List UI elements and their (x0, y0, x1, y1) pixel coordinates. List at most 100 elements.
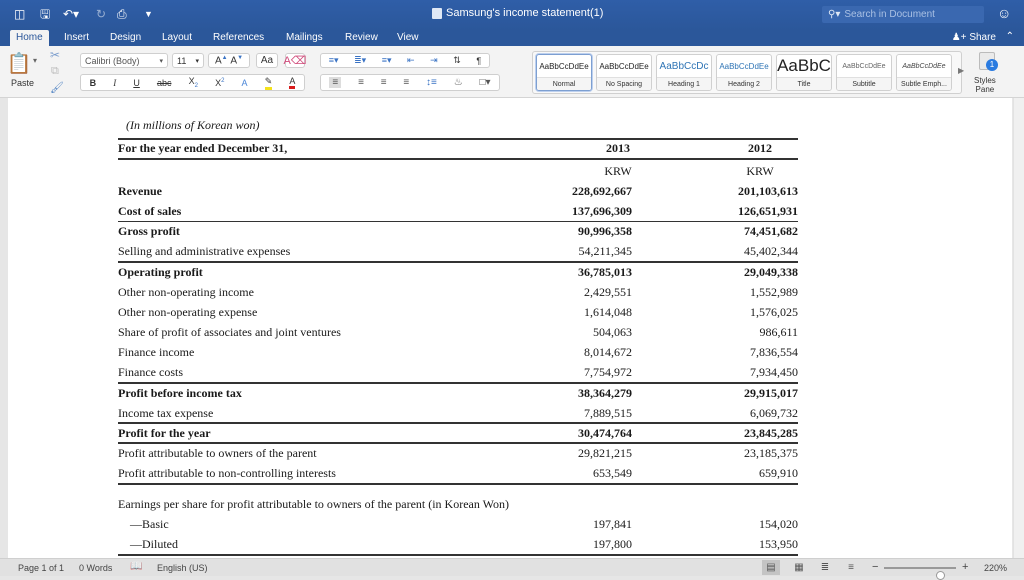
customize-toolbar-icon[interactable]: ▼ (144, 7, 153, 21)
bullets-icon[interactable]: ≡▾ (329, 55, 339, 66)
numbering-icon[interactable]: ≣▾ (354, 55, 366, 66)
tab-view[interactable]: View (391, 30, 425, 46)
share-button[interactable]: ♟+ Share (952, 32, 996, 43)
ribbon-home: 📋 ▾ Paste ✂ ⧉ 🖌 Calibri (Body) ▾ 11 ▾ A▲ A… (0, 46, 1024, 98)
style-title[interactable]: AaBbC Title (776, 54, 832, 91)
show-formatting-marks-icon[interactable]: ¶ (476, 56, 481, 66)
proofing-icon[interactable]: 📖 (130, 561, 142, 572)
table-row: Share of profit of associates and joint … (118, 322, 798, 342)
table-row: Gross profit 90,996,358 74,451,682 (118, 221, 798, 241)
zoom-slider[interactable] (884, 567, 956, 580)
underline-icon[interactable]: U (133, 78, 140, 88)
font-name-select[interactable]: Calibri (Body) ▾ (80, 53, 168, 68)
tab-insert[interactable]: Insert (58, 30, 95, 46)
borders-icon[interactable]: □▾ (479, 77, 490, 88)
value-2012: 1,576,025 (750, 304, 798, 319)
font-color-icon[interactable]: A (289, 76, 296, 89)
value-2013: 38,364,279 (578, 385, 632, 400)
sort-icon[interactable]: ⇅ (453, 55, 461, 66)
undo-icon[interactable]: ↶▾ (63, 7, 79, 21)
grow-font-icon[interactable]: A▲ (215, 55, 228, 66)
row-label: Finance costs (118, 365, 183, 380)
change-case-icon[interactable]: Aa (256, 53, 278, 68)
copy-icon[interactable]: ⧉ (51, 65, 59, 78)
search-input[interactable]: ⚲▾ Search in Document (822, 6, 984, 23)
value-2012: 29,049,338 (744, 264, 798, 279)
value-2013: 90,996,358 (578, 224, 632, 239)
highlight-icon[interactable]: ✎ (264, 76, 273, 90)
paste-icon[interactable]: 📋 (7, 50, 32, 76)
subscript-icon[interactable]: X2 (189, 76, 198, 89)
print-icon[interactable]: ⎙ (117, 7, 127, 21)
row-label: Operating profit (118, 264, 203, 279)
table-row: Revenue 228,692,667 201,103,613 (118, 181, 798, 201)
tab-layout[interactable]: Layout (156, 30, 198, 46)
zoom-out-icon[interactable]: − (872, 561, 878, 573)
page-count[interactable]: Page 1 of 1 (18, 563, 64, 573)
zoom-level[interactable]: 220% (984, 563, 1007, 573)
outline-view-icon[interactable]: ≣ (816, 560, 834, 575)
text-effects-icon[interactable]: A (242, 78, 248, 88)
font-size-grow-shrink[interactable]: A▲ A▼ (208, 53, 250, 68)
style-normal[interactable]: AaBbCcDdEe Normal (536, 54, 592, 91)
justify-icon[interactable]: ≡ (403, 77, 409, 88)
word-count[interactable]: 0 Words (79, 563, 112, 573)
tab-mailings[interactable]: Mailings (280, 30, 329, 46)
bold-icon[interactable]: B (90, 78, 97, 88)
value-2012: 45,402,344 (744, 244, 798, 259)
row-label: Profit attributable to owners of the par… (118, 445, 317, 460)
align-left-icon[interactable]: ≡ (329, 77, 342, 88)
increase-indent-icon[interactable]: ⇥ (430, 55, 438, 66)
value-2013: 197,841 (593, 517, 632, 531)
draft-view-icon[interactable]: ≡ (842, 560, 860, 575)
chevron-down-icon: ▾ (159, 57, 163, 65)
collapse-ribbon-icon[interactable]: ⌃ (1006, 31, 1014, 42)
clear-formatting-icon[interactable]: A⌫ (284, 53, 306, 68)
table-bottom-rule (118, 554, 798, 556)
tab-home[interactable]: Home (10, 30, 49, 46)
tab-references[interactable]: References (207, 30, 270, 46)
print-layout-view-icon[interactable]: ▤ (762, 560, 780, 575)
shrink-font-icon[interactable]: A▼ (230, 55, 243, 66)
web-layout-view-icon[interactable]: ▦ (790, 560, 808, 575)
value-2012: 986,611 (759, 325, 798, 340)
style-heading-2[interactable]: AaBbCcDdEe Heading 2 (716, 54, 772, 91)
table-row: Profit before income tax 38,364,279 29,915… (118, 383, 798, 403)
feedback-smiley-icon[interactable]: ☺ (997, 5, 1011, 21)
vertical-scrollbar[interactable] (1013, 98, 1024, 558)
shading-icon[interactable]: ♨ (454, 77, 463, 88)
superscript-icon[interactable]: X2 (215, 78, 224, 88)
table-rule (118, 482, 798, 485)
decrease-indent-icon[interactable]: ⇤ (407, 55, 415, 66)
style-no-spacing[interactable]: AaBbCcDdEe No Spacing (596, 54, 652, 91)
style-subtle-emphasis[interactable]: AaBbCcDdEe Subtle Emph... (896, 54, 952, 91)
cut-icon[interactable]: ✂ (50, 48, 60, 62)
styles-pane-button[interactable]: Styles Pane (974, 76, 996, 94)
styles-gallery-next-icon[interactable]: ▶ (958, 66, 964, 75)
format-painter-icon[interactable]: 🖌 (50, 81, 64, 94)
line-spacing-icon[interactable]: ↕≡ (426, 77, 437, 88)
multilevel-list-icon[interactable]: ≡▾ (382, 55, 392, 66)
language[interactable]: English (US) (157, 563, 208, 573)
strikethrough-icon[interactable]: abc (157, 78, 172, 88)
sidebar-toggle-icon[interactable]: ◫ (14, 7, 25, 21)
save-icon[interactable]: 🖫 (40, 7, 50, 21)
eps-row: —Basic 197,841 154,020 (118, 514, 798, 534)
align-right-icon[interactable]: ≡ (381, 77, 387, 88)
tab-design[interactable]: Design (104, 30, 147, 46)
redo-icon[interactable]: ↻ (96, 7, 106, 21)
font-size-select[interactable]: 11 ▾ (172, 53, 204, 68)
center-icon[interactable]: ≡ (358, 77, 364, 88)
table-row: Profit attributable to owners of the par… (118, 443, 798, 463)
style-subtitle[interactable]: AaBbCcDdEe Subtitle (836, 54, 892, 91)
zoom-in-icon[interactable]: + (962, 561, 968, 573)
document-page[interactable]: (In millions of Korean won) For the year… (8, 98, 1012, 558)
styles-pane-icon[interactable]: 1 (979, 52, 998, 71)
paste-label[interactable]: Paste (11, 78, 34, 88)
style-heading-1[interactable]: AaBbCcDc Heading 1 (656, 54, 712, 91)
paste-dropdown-icon[interactable]: ▾ (33, 56, 37, 65)
value-2013: 137,696,309 (572, 204, 632, 219)
italic-icon[interactable]: I (113, 78, 116, 88)
status-bar: Page 1 of 1 0 Words 📖 English (US) ▤ ▦ ≣… (0, 558, 1024, 580)
tab-review[interactable]: Review (339, 30, 384, 46)
